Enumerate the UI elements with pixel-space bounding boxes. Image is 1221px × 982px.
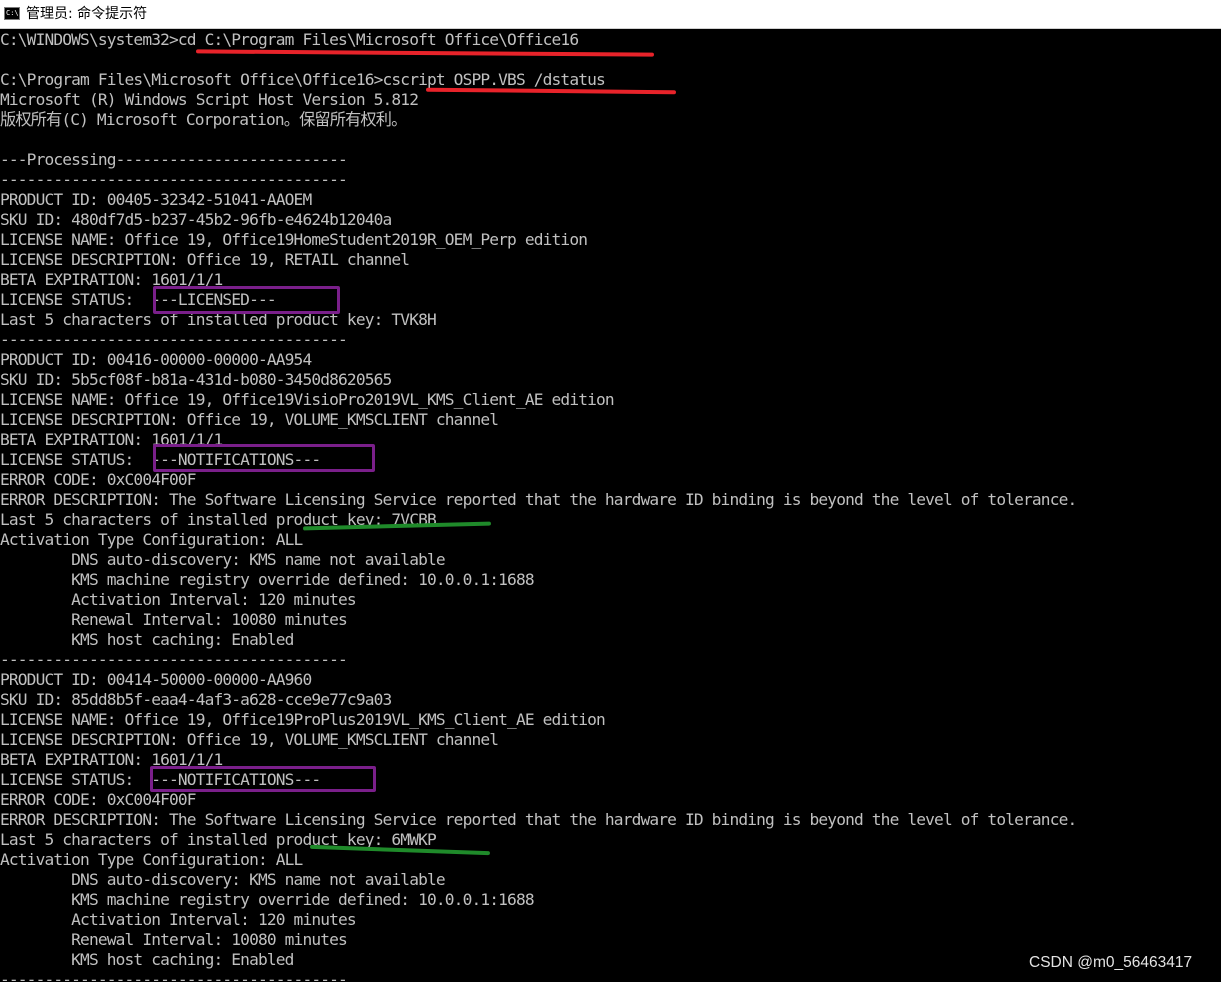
console-line: 版权所有(C) Microsoft Corporation。保留所有权利。 (0, 110, 407, 129)
status-box-licensed (153, 286, 340, 314)
console-line: LICENSE NAME: Office 19, Office19VisioPr… (0, 390, 615, 409)
console-line: SKU ID: 480df7d5-b237-45b2-96fb-e4624b12… (0, 210, 392, 229)
console-line: ERROR CODE: 0xC004F00F (0, 790, 197, 809)
console-window-icon[interactable]: C:\. (4, 7, 23, 20)
console-line: ---Processing-------------------------- (0, 150, 348, 169)
console-line: DNS auto-discovery: KMS name not availab… (0, 550, 445, 569)
console-line: LICENSE NAME: Office 19, Office19ProPlus… (0, 710, 606, 729)
console-line: Renewal Interval: 10080 minutes (0, 930, 348, 949)
console-line: ERROR DESCRIPTION: The Software Licensin… (0, 810, 1077, 829)
console-line: SKU ID: 85dd8b5f-eaa4-4af3-a628-cce9e77c… (0, 690, 392, 709)
console-line: Microsoft (R) Windows Script Host Versio… (0, 90, 419, 109)
command-prompt-window: C:\. 管理员: 命令提示符 C:\WINDOWS\system32>cd C… (0, 0, 1221, 982)
console-line: PRODUCT ID: 00405-32342-51041-AAOEM (0, 190, 312, 209)
underline-cd-command (195, 49, 655, 57)
console-line: SKU ID: 5b5cf08f-b81a-431d-b080-3450d862… (0, 370, 392, 389)
console-line: C:\Program Files\Microsoft Office\Office… (0, 70, 606, 89)
window-title: 管理员: 命令提示符 (26, 6, 148, 22)
console-line: KMS host caching: Enabled (0, 950, 294, 969)
console-line: Renewal Interval: 10080 minutes (0, 610, 348, 629)
console-line: DNS auto-discovery: KMS name not availab… (0, 870, 445, 889)
console-output[interactable]: C:\WINDOWS\system32>cd C:\Program Files\… (0, 30, 1221, 982)
console-line: Activation Type Configuration: ALL (0, 850, 303, 869)
console-line: Activation Type Configuration: ALL (0, 530, 303, 549)
console-line: KMS machine registry override defined: 1… (0, 570, 534, 589)
title-bar[interactable]: C:\. 管理员: 命令提示符 (0, 0, 1221, 29)
underline-cscript-command (425, 87, 677, 95)
console-line: LICENSE DESCRIPTION: Office 19, VOLUME_K… (0, 730, 499, 749)
console-line: Activation Interval: 120 minutes (0, 590, 357, 609)
console-line: --------------------------------------- (0, 650, 348, 669)
console-icon-label: C:\. (6, 9, 23, 17)
console-line: --------------------------------------- (0, 170, 348, 189)
status-box-notifications-1 (153, 444, 375, 472)
console-line: Activation Interval: 120 minutes (0, 910, 357, 929)
console-line: PRODUCT ID: 00416-00000-00000-AA954 (0, 350, 312, 369)
console-line: PRODUCT ID: 00414-50000-00000-AA960 (0, 670, 312, 689)
console-line: KMS host caching: Enabled (0, 630, 294, 649)
console-line: ERROR CODE: 0xC004F00F (0, 470, 197, 489)
console-line: C:\WINDOWS\system32>cd C:\Program Files\… (0, 30, 579, 49)
console-line: LICENSE NAME: Office 19, Office19HomeStu… (0, 230, 588, 249)
status-box-notifications-2 (150, 766, 376, 792)
console-line: LICENSE DESCRIPTION: Office 19, RETAIL c… (0, 250, 410, 269)
watermark: CSDN @m0_56463417 (1029, 954, 1193, 971)
console-line: LICENSE DESCRIPTION: Office 19, VOLUME_K… (0, 410, 499, 429)
console-line: ERROR DESCRIPTION: The Software Licensin… (0, 490, 1077, 509)
console-line: KMS machine registry override defined: 1… (0, 890, 534, 909)
console-line: --------------------------------------- (0, 330, 348, 349)
console-line: --------------------------------------- (0, 970, 348, 982)
